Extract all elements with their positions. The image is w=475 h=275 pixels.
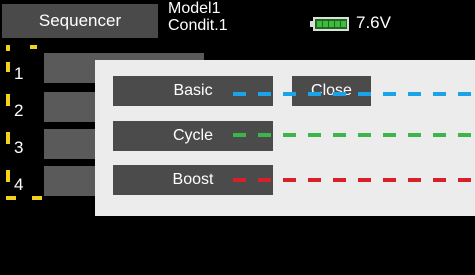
boost-annotation-line-segment xyxy=(333,178,346,182)
cycle-button[interactable]: Cycle xyxy=(113,121,273,151)
boost-annotation-line-segment xyxy=(433,178,446,182)
boost-annotation-line-segment xyxy=(258,178,271,182)
selection-marker xyxy=(6,132,10,144)
cycle-annotation-line-segment xyxy=(458,133,471,137)
selection-marker xyxy=(6,94,10,106)
basic-button[interactable]: Basic xyxy=(113,76,273,106)
battery-icon xyxy=(310,17,349,31)
boost-annotation-line-segment xyxy=(458,178,471,182)
basic-annotation-line-segment xyxy=(258,92,271,96)
selection-marker xyxy=(32,196,42,200)
row-number-3: 3 xyxy=(14,138,24,157)
boost-annotation-line-segment xyxy=(283,178,296,182)
cycle-annotation-line-segment xyxy=(433,133,446,137)
cycle-annotation-line-segment xyxy=(408,133,421,137)
condition-name: Condit.1 xyxy=(168,17,228,34)
basic-annotation-line-segment xyxy=(283,92,296,96)
model-name: Model1 xyxy=(168,0,221,17)
selection-marker xyxy=(6,170,10,182)
basic-annotation-line-segment xyxy=(308,92,321,96)
battery-voltage: 7.6V xyxy=(356,13,391,32)
cycle-annotation-line-segment xyxy=(258,133,271,137)
basic-annotation-line-segment xyxy=(358,92,371,96)
row-number-1: 1 xyxy=(14,64,24,83)
selection-marker-corner xyxy=(6,45,10,51)
boost-annotation-line-segment xyxy=(308,178,321,182)
mode-dialog: Basic Close Cycle Boost xyxy=(95,60,475,216)
boost-annotation-line-segment xyxy=(408,178,421,182)
selection-marker xyxy=(6,62,10,72)
basic-annotation-line-segment xyxy=(458,92,471,96)
cycle-annotation-line-segment xyxy=(308,133,321,137)
close-button[interactable]: Close xyxy=(292,76,371,106)
cycle-annotation-line-segment xyxy=(233,133,246,137)
cycle-annotation-line-segment xyxy=(358,133,371,137)
basic-annotation-line-segment xyxy=(333,92,346,96)
selection-marker xyxy=(6,196,16,200)
row-number-2: 2 xyxy=(14,101,24,120)
cycle-annotation-line-segment xyxy=(283,133,296,137)
cycle-annotation-line-segment xyxy=(333,133,346,137)
basic-annotation-line-segment xyxy=(233,92,246,96)
boost-annotation-line-segment xyxy=(233,178,246,182)
row-number-4: 4 xyxy=(14,175,24,194)
cycle-annotation-line-segment xyxy=(383,133,396,137)
screen-title: Sequencer xyxy=(2,4,158,38)
basic-annotation-line-segment xyxy=(433,92,446,96)
selection-marker-corner xyxy=(30,45,37,49)
boost-button[interactable]: Boost xyxy=(113,165,273,195)
boost-annotation-line-segment xyxy=(383,178,396,182)
basic-annotation-line-segment xyxy=(408,92,421,96)
boost-annotation-line-segment xyxy=(358,178,371,182)
basic-annotation-line-segment xyxy=(383,92,396,96)
